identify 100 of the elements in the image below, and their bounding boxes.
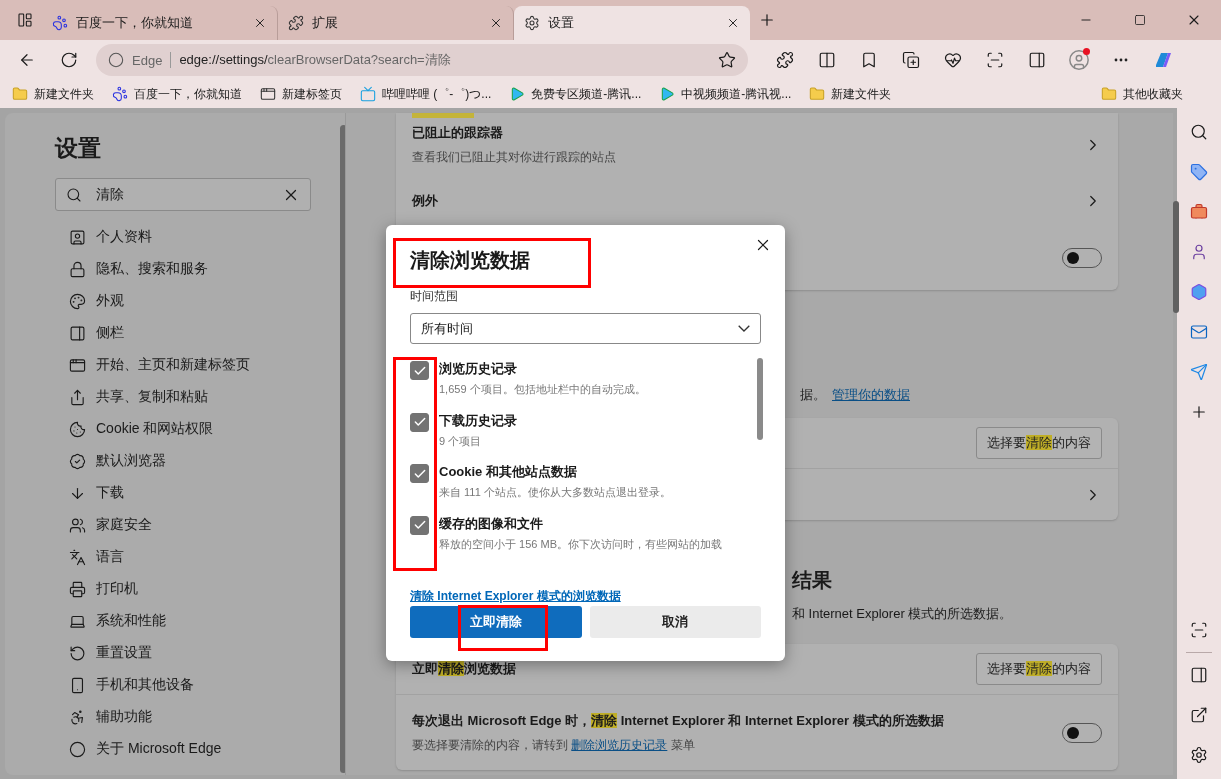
bookmark-item[interactable]: 其他收藏夹 xyxy=(1101,85,1183,103)
accessibility-icon xyxy=(69,708,86,726)
browser-tab[interactable]: 百度一下，你就知道 xyxy=(42,6,278,40)
refresh-icon xyxy=(60,51,78,69)
check-icon xyxy=(412,415,427,429)
badge-check-icon xyxy=(69,452,86,470)
nav-item[interactable]: 辅助功能 xyxy=(55,701,152,733)
bookmark-item[interactable]: 百度一下，你就知道 xyxy=(112,85,242,103)
gear-icon xyxy=(524,15,540,31)
check-icon xyxy=(412,518,427,532)
tv-icon xyxy=(360,86,376,102)
nav-item[interactable]: 系统和性能 xyxy=(55,605,166,637)
nav-item[interactable]: 共享、复制和粘贴 xyxy=(55,381,208,413)
close-icon xyxy=(253,16,267,30)
external-link-icon xyxy=(1190,706,1208,724)
bookmark-icon xyxy=(860,51,878,69)
section-heading: 结果 xyxy=(792,568,832,593)
dialog-title: 清除浏览数据 xyxy=(410,248,531,273)
search-icon xyxy=(66,186,82,203)
checkbox[interactable] xyxy=(410,412,429,432)
nav-item[interactable]: 重置设置 xyxy=(55,637,152,669)
history-link[interactable]: 删除浏览历史记录 xyxy=(571,737,668,752)
setting-title: 例外 xyxy=(412,192,439,210)
nav-item[interactable]: 家庭安全 xyxy=(55,509,152,541)
person-icon xyxy=(1190,243,1208,261)
data-note: 据。 xyxy=(800,386,826,404)
play-icon xyxy=(509,86,526,102)
mail-icon xyxy=(1190,323,1208,341)
nav-item[interactable]: Cookie 和网站权限 xyxy=(55,413,214,445)
nav-item[interactable]: 开始、主页和新建标签页 xyxy=(55,349,250,381)
nav-item[interactable]: 默认浏览器 xyxy=(55,445,166,477)
checkbox[interactable] xyxy=(410,464,429,483)
gear-icon xyxy=(1190,746,1208,764)
bookmark-item[interactable]: 新建标签页 xyxy=(260,85,342,103)
option-description: 释放的空间小于 156 MB。你下次访问时，有些网站的加载 xyxy=(439,536,722,552)
nav-item[interactable]: 个人资料 xyxy=(55,221,152,253)
toolbox-icon xyxy=(1190,203,1208,221)
bookmark-item[interactable]: 中视频频道-腾讯视... xyxy=(659,85,792,103)
star-icon xyxy=(718,51,736,69)
nav-item[interactable]: 关于 Microsoft Edge xyxy=(55,733,222,765)
setting-description: 查看我们已阻止其对你进行跟踪的站点 xyxy=(412,148,617,166)
split-screen-icon xyxy=(818,51,836,69)
puzzle-icon xyxy=(288,15,304,31)
time-range-dropdown[interactable]: 所有时间 xyxy=(410,313,761,344)
option-title: 浏览历史记录 xyxy=(439,360,518,378)
palette-icon xyxy=(69,292,86,310)
bookmark-item[interactable]: 免费专区频道-腾讯... xyxy=(509,85,642,103)
scan-icon xyxy=(1190,621,1208,639)
lock-icon xyxy=(69,260,86,278)
nav-item[interactable]: 外观 xyxy=(55,285,124,317)
option-title: Cookie 和其他站点数据 xyxy=(439,463,578,481)
play-icon xyxy=(659,86,676,102)
avatar-icon xyxy=(1068,49,1090,71)
bookmark-item[interactable]: 哔哩哔哩 (゜-゜)つ... xyxy=(360,85,492,103)
chevron-down-icon xyxy=(738,325,750,332)
setting-title: 每次退出 Microsoft Edge 时，清除 Internet Explorer 和 Internet Explorer 模式的所选数据 xyxy=(412,711,945,730)
bookmark-item[interactable]: 新建文件夹 xyxy=(12,85,94,103)
tab-actions-icon xyxy=(17,12,33,28)
address-bar[interactable]: Edge edge://settings/clearBrowserData?search=清除 xyxy=(96,44,748,76)
phone-icon xyxy=(69,676,86,694)
folder-icon xyxy=(809,86,826,102)
tag-icon xyxy=(1190,163,1208,181)
clear-now-button[interactable]: 立即清除 xyxy=(410,606,582,638)
field-label: 时间范围 xyxy=(410,288,459,305)
reset-icon xyxy=(69,644,86,662)
scan-icon xyxy=(986,51,1004,69)
ie-data-link[interactable]: 清除 Internet Explorer 模式的浏览数据 xyxy=(410,588,761,605)
maximize-icon xyxy=(1134,14,1146,26)
panel-icon xyxy=(69,324,86,342)
plus-icon xyxy=(1190,403,1208,421)
option-description: 来自 111 个站点。使你从大多数站点退出登录。 xyxy=(439,485,671,500)
panel-icon xyxy=(1028,51,1046,69)
checkbox[interactable] xyxy=(410,361,429,380)
choose-content-button[interactable]: 选择要清除的内容 xyxy=(976,653,1102,685)
close-icon xyxy=(489,16,503,30)
search-field[interactable]: 清除 xyxy=(55,178,311,211)
nav-item[interactable]: 下载 xyxy=(55,477,124,509)
language-icon xyxy=(69,548,86,566)
manage-data-link[interactable]: 管理你的数据 xyxy=(832,386,910,404)
nav-item[interactable]: 手机和其他设备 xyxy=(55,669,194,701)
puzzle-icon xyxy=(776,51,794,69)
bookmark-item[interactable]: 新建文件夹 xyxy=(809,85,892,103)
browser-tab[interactable]: 设置 xyxy=(514,6,750,40)
printer-icon xyxy=(69,580,86,598)
share-icon xyxy=(69,388,86,406)
choose-content-button[interactable]: 选择要清除的内容 xyxy=(976,427,1102,459)
tab-title: 扩展 xyxy=(312,14,339,32)
checkbox[interactable] xyxy=(410,515,429,535)
more-icon xyxy=(1114,58,1128,62)
copy-plus-icon xyxy=(902,51,920,69)
option-description: 1,659 个项目。包括地址栏中的自动完成。 xyxy=(439,382,646,397)
nav-item[interactable]: 侧栏 xyxy=(55,317,124,349)
option-title: 缓存的图像和文件 xyxy=(439,514,544,533)
people-icon xyxy=(69,516,86,534)
setting-description: 要选择要清除的内容，请转到 删除浏览历史记录 菜单 xyxy=(412,736,696,754)
search-icon xyxy=(1190,123,1208,141)
cancel-button[interactable]: 取消 xyxy=(589,606,761,638)
nav-item[interactable]: 隐私、搜索和服务 xyxy=(55,253,208,285)
nav-item[interactable]: 语言 xyxy=(55,541,124,573)
nav-item[interactable]: 打印机 xyxy=(55,573,138,605)
